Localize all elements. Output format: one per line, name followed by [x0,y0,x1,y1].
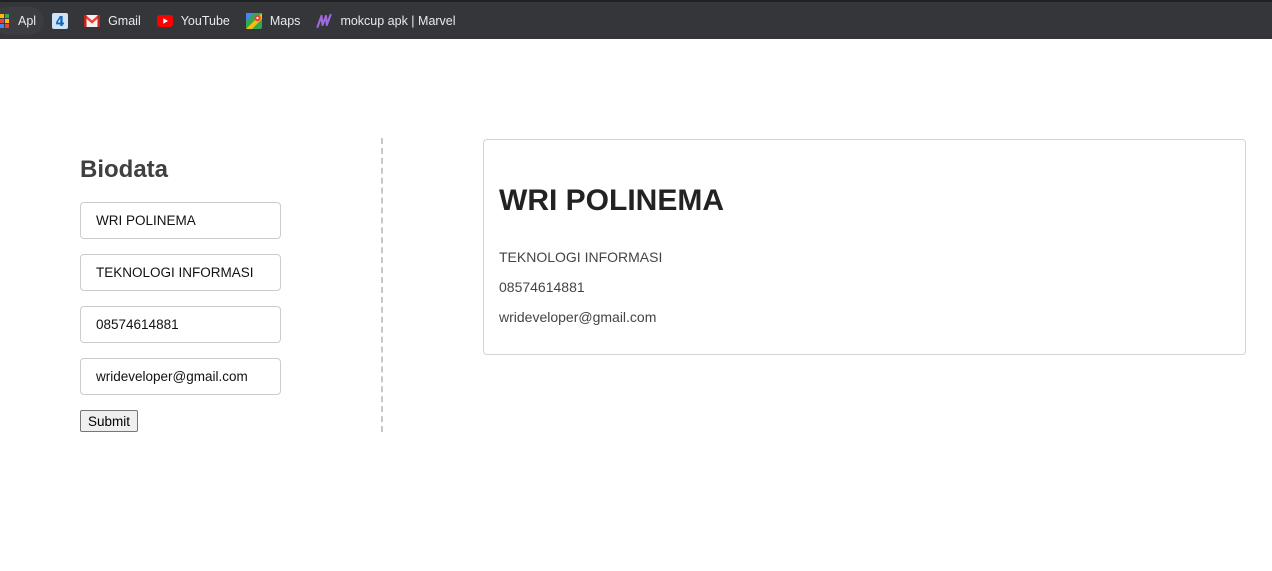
four-icon: 4 [52,12,69,29]
bookmark-label: Maps [269,13,301,28]
bookmark-maps[interactable]: Maps [238,7,309,35]
email-input[interactable] [80,358,281,395]
gmail-icon [84,13,101,29]
bookmark-youtube[interactable]: YouTube [149,7,238,35]
bookmark-four[interactable]: 4 [44,7,76,35]
biodata-form: Biodata Submit [80,138,382,432]
form-title: Biodata [80,156,169,183]
svg-text:4: 4 [56,15,65,29]
card-email: wrideveloper@gmail.com [499,309,657,325]
bookmark-label: YouTube [180,13,230,28]
bookmark-label: mokcup apk | Marvel [340,13,456,28]
marvel-icon [316,13,332,29]
name-input[interactable] [80,202,281,239]
bookmark-gmail[interactable]: Gmail [76,7,149,35]
youtube-icon [156,13,173,29]
apps-grid-icon [0,13,10,29]
department-input[interactable] [80,254,281,291]
card-phone: 08574614881 [499,279,585,295]
phone-input[interactable] [80,306,281,343]
column-divider [381,138,383,432]
card-name: WRI POLINEMA [499,184,724,217]
biodata-card: WRI POLINEMA TEKNOLOGI INFORMASI 0857461… [483,139,1246,355]
bookmark-marvel[interactable]: mokcup apk | Marvel [308,7,463,35]
maps-icon [245,12,262,29]
submit-button[interactable]: Submit [80,410,139,432]
bookmarks-bar: Apl 4 Gmail YouTube Maps mokcup apk | Ma… [0,0,1272,39]
bookmark-label: Gmail [108,13,141,28]
bookmark-apps[interactable]: Apl [0,6,45,35]
bookmark-label: Apl [18,13,37,28]
card-department: TEKNOLOGI INFORMASI [499,249,663,265]
